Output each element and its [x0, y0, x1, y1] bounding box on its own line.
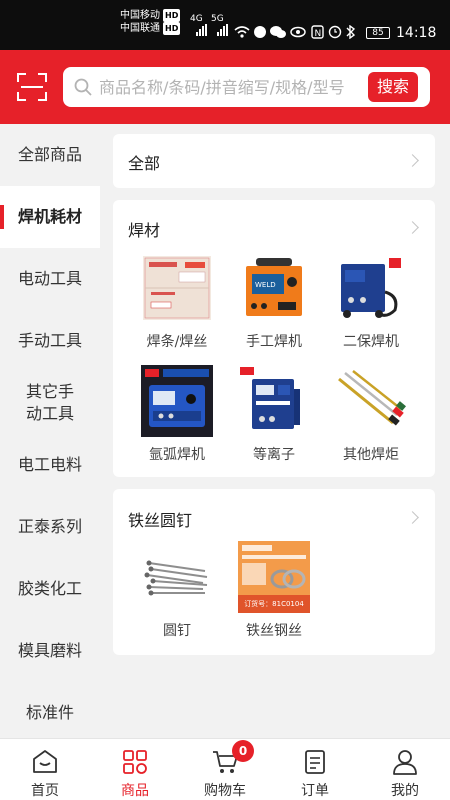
sidebar-item-label: 标准件: [25, 703, 74, 722]
sidebar-item-chint-series[interactable]: 正泰系列: [0, 496, 100, 558]
battery-indicator: 85: [366, 27, 390, 39]
sidebar-item-all-products[interactable]: 全部商品: [0, 124, 100, 186]
status-bar: 中国移动 HD 中国联通 HD 4G 5G N 85 14:18: [0, 0, 450, 50]
tab-label: 首页: [31, 783, 59, 799]
sidebar-item-label: 全部商品: [17, 145, 82, 164]
carrier-2: 中国联通: [120, 23, 160, 34]
hd-badge: HD: [163, 9, 181, 22]
svg-text:N: N: [315, 29, 322, 39]
product-steel-wire[interactable]: 订货号：81C0104 铁丝钢丝: [229, 541, 319, 640]
wifi-icon: [234, 26, 250, 38]
argon-arc-welder-image: [141, 365, 213, 437]
product-box-text: 订货号：81C0104: [244, 600, 304, 608]
sidebar-item-standard-parts[interactable]: 标准件: [0, 682, 100, 738]
scan-icon[interactable]: [17, 73, 47, 101]
signal-5g-label: 5G: [211, 14, 224, 24]
sidebar-item-adhesives-chemicals[interactable]: 胶类化工: [0, 558, 100, 620]
signal-bars-icon: [196, 24, 207, 36]
carrier-info: 中国移动 HD 中国联通 HD: [120, 9, 181, 35]
eye-icon: [290, 26, 306, 38]
chevron-right-icon[interactable]: [406, 511, 419, 524]
hd-badge: HD: [163, 22, 181, 35]
cart-badge: 0: [232, 740, 254, 762]
round-nails-image: [141, 541, 213, 613]
steel-wire-image: 订货号：81C0104: [238, 541, 310, 613]
home-icon: [33, 750, 57, 773]
all-category-card[interactable]: 全部: [113, 134, 435, 188]
category-sidebar: 全部商品 焊机耗材 电动工具 手动工具 其它手动工具 电工电料 正泰系列 胶类化…: [0, 124, 100, 738]
co2-welder-image: [335, 252, 407, 324]
sidebar-item-label: 正泰系列: [17, 517, 82, 536]
search-button[interactable]: 搜索: [368, 72, 418, 102]
welding-torch-image: [335, 365, 407, 437]
product-round-nails[interactable]: 圆钉: [132, 541, 222, 640]
app-header: 搜索: [0, 50, 450, 124]
carrier-1: 中国移动: [120, 10, 160, 21]
product-other-torches[interactable]: 其他焊炬: [326, 365, 416, 464]
tab-orders[interactable]: 订单: [270, 739, 360, 800]
app-notification-icon: [254, 26, 266, 38]
sidebar-item-hand-tools[interactable]: 手动工具: [0, 310, 100, 372]
product-label: 铁丝钢丝: [246, 623, 302, 639]
product-argon-arc-welder[interactable]: 氩弧焊机: [132, 365, 222, 464]
sidebar-item-label: 胶类化工: [17, 579, 82, 598]
nfc-icon: N: [311, 25, 324, 39]
sidebar-item-other-hand-tools[interactable]: 其它手动工具: [0, 372, 100, 434]
sidebar-item-electrical[interactable]: 电工电料: [0, 434, 100, 496]
chevron-right-icon: [406, 154, 419, 167]
product-label: 焊条/焊丝: [146, 334, 208, 350]
tab-profile[interactable]: 我的: [360, 739, 450, 800]
svg-text:WELD: WELD: [255, 281, 276, 289]
sidebar-item-label: 电工电料: [17, 455, 82, 474]
product-label: 等离子: [253, 447, 295, 463]
product-manual-welder[interactable]: WELD 手工焊机: [229, 252, 319, 351]
section-title: 铁丝圆钉: [128, 511, 193, 530]
section-title: 焊材: [128, 221, 161, 240]
search-icon: [74, 78, 92, 96]
chevron-right-icon[interactable]: [406, 221, 419, 234]
tab-label: 购物车: [204, 783, 246, 799]
orders-icon: [305, 750, 325, 774]
bluetooth-icon: [346, 25, 356, 39]
sidebar-item-power-tools[interactable]: 电动工具: [0, 248, 100, 310]
tab-label: 我的: [391, 783, 419, 799]
status-icons: N: [234, 25, 356, 39]
signal-4g-label: 4G: [190, 14, 203, 24]
sidebar-item-welding-consumables[interactable]: 焊机耗材: [0, 186, 100, 248]
section-card-wire-nails: 铁丝圆钉 圆钉 订货号：81C0104 铁丝钢丝: [113, 489, 435, 655]
sidebar-item-label: 手动工具: [17, 331, 82, 350]
signal-bars-icon: [217, 24, 228, 36]
alarm-icon: [328, 25, 342, 39]
product-label: 手工焊机: [246, 334, 302, 350]
manual-welder-image: WELD: [238, 252, 310, 324]
tab-products[interactable]: 商品: [90, 739, 180, 800]
clock: 14:18: [396, 25, 437, 41]
tab-home[interactable]: 首页: [0, 739, 90, 800]
bottom-navigation: 首页 商品 0 购物车 订单 我的: [0, 738, 450, 800]
all-card-title: 全部: [128, 154, 161, 173]
search-bar[interactable]: 搜索: [63, 67, 430, 107]
product-co2-welder[interactable]: 二保焊机: [326, 252, 416, 351]
sidebar-item-label: 模具磨料: [17, 641, 82, 660]
product-plasma-cutter[interactable]: 等离子: [229, 365, 319, 464]
products-grid-icon: [123, 750, 147, 774]
profile-icon: [393, 750, 417, 775]
plasma-cutter-image: [238, 365, 310, 437]
product-label: 其他焊炬: [343, 447, 399, 463]
search-input[interactable]: [99, 73, 361, 101]
sidebar-item-label: 电动工具: [17, 269, 82, 288]
sidebar-item-molds-abrasives[interactable]: 模具磨料: [0, 620, 100, 682]
wechat-icon: [270, 26, 286, 38]
product-label: 氩弧焊机: [149, 447, 205, 463]
product-label: 二保焊机: [343, 334, 399, 350]
tab-cart[interactable]: 0 购物车: [180, 739, 270, 800]
tab-label: 商品: [121, 783, 149, 799]
product-label: 圆钉: [163, 623, 191, 639]
sidebar-item-label: 焊机耗材: [17, 207, 82, 226]
sidebar-item-label: 其它手动工具: [25, 382, 74, 423]
product-welding-rods[interactable]: 焊条/焊丝: [132, 252, 222, 351]
tab-label: 订单: [301, 783, 329, 799]
section-card-welding-materials: 焊材 焊条/焊丝 WELD 手工焊机 二保焊机 氩弧焊机 等离子 其他焊炬: [113, 200, 435, 477]
welding-rod-box-image: [141, 252, 213, 324]
